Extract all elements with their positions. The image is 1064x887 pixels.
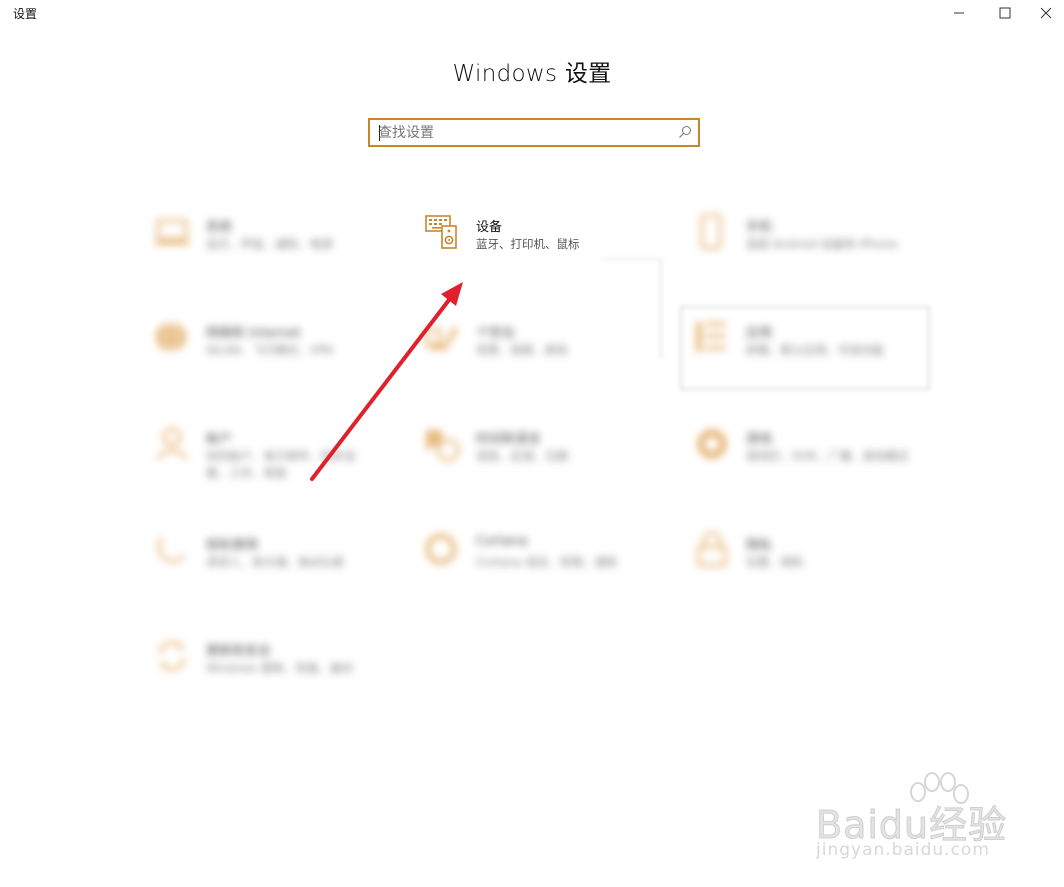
tile-description: 显示、声音、通知、电源 bbox=[206, 237, 333, 251]
tile-title: 隐私 bbox=[746, 538, 773, 553]
devices-icon bbox=[425, 215, 457, 249]
tile-description: Cortana 语言、权限、通知 bbox=[476, 555, 618, 569]
update-icon bbox=[158, 641, 186, 671]
close-icon bbox=[1040, 7, 1052, 19]
search-input[interactable] bbox=[378, 123, 668, 143]
cortana-icon bbox=[425, 533, 457, 565]
phone-icon bbox=[700, 214, 722, 250]
watermark-url: jingyan.baidu.com bbox=[816, 840, 990, 860]
time-language-icon bbox=[426, 430, 460, 462]
tile-description: 语音、区域、日期 bbox=[476, 449, 568, 463]
tile-description: 卸载、默认应用、可选功能 bbox=[746, 343, 884, 357]
tile-description: 位置、相机 bbox=[746, 555, 804, 569]
close-button[interactable] bbox=[1028, 0, 1064, 26]
tile-description: 讲述人、放大镜、高对比度 bbox=[206, 555, 344, 569]
tile-title: 帐户 bbox=[206, 432, 233, 447]
tile-ease-of-access[interactable]: 轻松使用 讲述人、放大镜、高对比度 bbox=[154, 532, 384, 592]
app-title: 设置 bbox=[13, 7, 38, 21]
tile-apps[interactable]: 应用 卸载、默认应用、可选功能 bbox=[694, 320, 924, 380]
tile-description: Windows 更新、恢复、备份 bbox=[206, 661, 353, 675]
tile-accounts[interactable]: 帐户 你的帐户、电子邮件、同步设置、工作、家庭 bbox=[154, 426, 384, 486]
minimize-button[interactable] bbox=[936, 0, 982, 26]
personalization-icon bbox=[424, 326, 458, 350]
apps-icon bbox=[696, 322, 726, 352]
gaming-icon bbox=[697, 429, 727, 459]
tile-description: 蓝牙、打印机、鼠标 bbox=[476, 237, 580, 251]
tile-title: 设备 bbox=[476, 220, 503, 235]
tile-title: 手机 bbox=[746, 220, 773, 235]
tile-time-language[interactable]: 时间和语言 语音、区域、日期 bbox=[424, 426, 654, 486]
lock-icon bbox=[697, 532, 727, 567]
tile-personalization[interactable]: 个性化 背景、锁屏、颜色 bbox=[424, 320, 654, 380]
tile-phone[interactable]: 手机 连接 Android 设备和 iPhone bbox=[694, 214, 924, 274]
tile-devices[interactable]: 设备 蓝牙、打印机、鼠标 bbox=[424, 214, 654, 274]
text-caret bbox=[379, 125, 380, 141]
tile-privacy[interactable]: 隐私 位置、相机 bbox=[694, 532, 924, 592]
tile-title: Cortana bbox=[476, 534, 528, 549]
tile-description: 你的帐户、电子邮件、同步设置、工作、家庭 bbox=[206, 449, 356, 480]
tile-title: 游戏 bbox=[746, 432, 773, 447]
search-icon bbox=[679, 126, 691, 138]
tile-title: 更新和安全 bbox=[206, 644, 272, 659]
tile-title: 应用 bbox=[746, 326, 773, 341]
tile-description: 连接 Android 设备和 iPhone bbox=[746, 237, 898, 251]
laptop-icon bbox=[155, 219, 189, 245]
tile-title: 个性化 bbox=[476, 326, 516, 341]
tile-update-security[interactable]: 更新和安全 Windows 更新、恢复、备份 bbox=[154, 638, 384, 698]
tile-title: 时间和语言 bbox=[476, 432, 542, 447]
tile-description: 背景、锁屏、颜色 bbox=[476, 343, 568, 357]
tile-system[interactable]: 系统 显示、声音、通知、电源 bbox=[154, 214, 384, 274]
search-box[interactable] bbox=[368, 118, 700, 147]
tile-description: 游戏栏、DVR、广播、游戏模式 bbox=[746, 449, 909, 463]
title-bar: 设置 bbox=[0, 0, 1064, 28]
maximize-button[interactable] bbox=[982, 0, 1028, 26]
maximize-icon bbox=[999, 7, 1011, 19]
tile-cortana[interactable]: Cortana Cortana 语言、权限、通知 bbox=[424, 532, 654, 592]
tile-gaming[interactable]: 游戏 游戏栏、DVR、广播、游戏模式 bbox=[694, 426, 924, 486]
watermark: Baidu经验 jingyan.baidu.com bbox=[812, 770, 1052, 870]
tile-network[interactable]: 网络和 Internet WLAN、飞行模式、VPN bbox=[154, 320, 384, 380]
tile-title: 网络和 Internet bbox=[206, 326, 301, 341]
tile-description: WLAN、飞行模式、VPN bbox=[206, 343, 333, 357]
minimize-icon bbox=[954, 12, 964, 14]
tile-title: 轻松使用 bbox=[206, 538, 259, 553]
person-icon bbox=[156, 427, 188, 461]
tile-title: 系统 bbox=[206, 220, 233, 235]
ease-of-access-icon bbox=[157, 537, 186, 563]
page-title: Windows 设置 bbox=[452, 61, 612, 87]
globe-icon bbox=[156, 321, 186, 353]
